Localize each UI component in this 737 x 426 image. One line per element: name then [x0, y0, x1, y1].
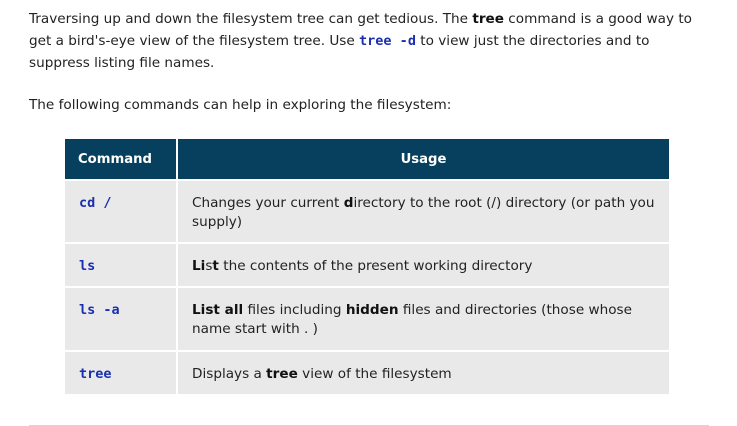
table-row: ls List the contents of the present work…	[65, 244, 669, 286]
commands-table: Command Usage cd / Changes your current …	[63, 137, 671, 396]
article-content: Traversing up and down the filesystem tr…	[29, 8, 709, 116]
usage-bold-text: tree	[266, 366, 298, 382]
usage-cell: List the contents of the present working…	[178, 244, 669, 286]
usage-text: files including	[243, 302, 346, 318]
command-code: ls	[79, 258, 96, 274]
usage-bold-text: all	[224, 302, 244, 318]
header-command: Command	[65, 139, 176, 179]
intro-code-tree-d: tree -d	[359, 33, 416, 49]
command-cell: ls -a	[65, 288, 176, 350]
usage-cell: List all files including hidden files an…	[178, 288, 669, 350]
usage-cell: Displays a tree view of the filesystem	[178, 352, 669, 394]
intro-paragraph: Traversing up and down the filesystem tr…	[29, 8, 701, 74]
command-cell: tree	[65, 352, 176, 394]
command-code: ls -a	[79, 302, 120, 318]
header-usage: Usage	[178, 139, 669, 179]
usage-bold-text: List	[192, 302, 225, 318]
command-cell: cd /	[65, 181, 176, 242]
usage-bold-text: hidden	[345, 302, 399, 318]
intro-text-1: Traversing up and down the filesystem tr…	[29, 11, 473, 27]
usage-text: Changes your current	[192, 195, 344, 211]
table-row: cd / Changes your current directory to t…	[65, 181, 669, 242]
command-cell: ls	[65, 244, 176, 286]
usage-text: Displays a	[192, 366, 267, 382]
command-code: cd /	[79, 195, 112, 211]
usage-text: view of the filesystem	[297, 366, 452, 382]
usage-cell: Changes your current directory to the ro…	[178, 181, 669, 242]
usage-bold-text: d	[343, 195, 354, 211]
intro-bold-tree: tree	[472, 11, 504, 27]
lead-paragraph: The following commands can help in explo…	[29, 97, 452, 113]
table-row: ls -a List all files including hidden fi…	[65, 288, 669, 350]
usage-text: the contents of the present working dire…	[218, 258, 533, 274]
usage-bold-text: Li	[192, 258, 206, 274]
command-code: tree	[79, 366, 112, 382]
table-header-row: Command Usage	[65, 139, 669, 179]
table-row: tree Displays a tree view of the filesys…	[65, 352, 669, 394]
